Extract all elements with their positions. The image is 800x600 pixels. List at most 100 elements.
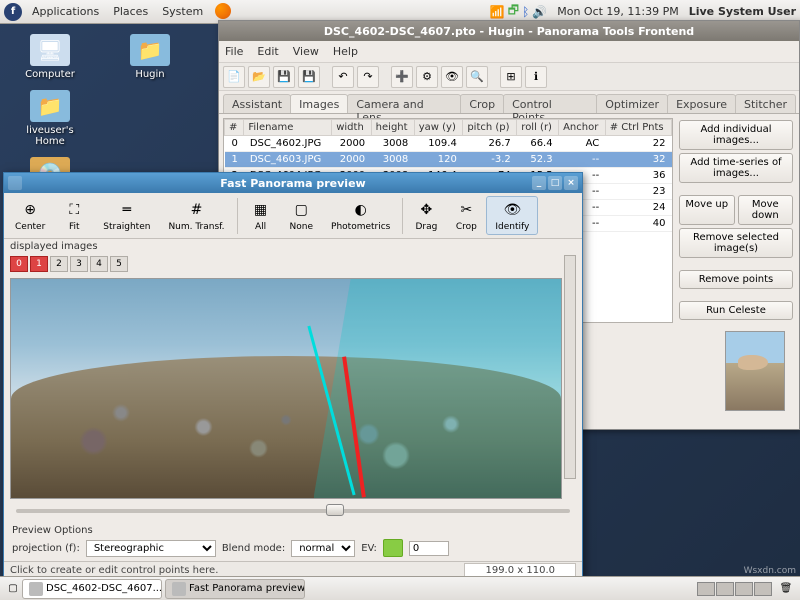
projection-select[interactable]: Stereographic [86,540,216,557]
trash-icon[interactable]: 🗑 [776,583,796,594]
hugin-titlebar[interactable]: DSC_4602-DSC_4607.pto - Hugin - Panorama… [219,21,799,41]
open-icon[interactable]: 📂 [248,66,270,88]
undo-icon[interactable]: ↶ [332,66,354,88]
add-individual-button[interactable]: Add individual images... [679,120,793,150]
preview-btn-photometrics[interactable]: ◐Photometrics [322,196,399,235]
menu-help[interactable]: Help [333,45,358,58]
desktop-icon-home[interactable]: 📁liveuser's Home [10,90,90,147]
status-text: Click to create or edit control points h… [10,565,218,576]
desktop-icon-computer[interactable]: 🖥Computer [10,34,90,80]
add-timeseries-button[interactable]: Add time-series of images... [679,153,793,183]
col-header[interactable]: Anchor [559,120,606,136]
workspace-switcher[interactable] [697,582,772,596]
col-header[interactable]: width [332,120,371,136]
table-row[interactable]: 0DSC_4602.JPG20003008109.426.766.4AC22 [225,136,672,152]
run-celeste-button[interactable]: Run Celeste [679,301,793,320]
image-toggle-1[interactable]: 1 [30,256,48,272]
tab-exposure[interactable]: Exposure [667,94,736,113]
vertical-scrollbar[interactable] [564,255,576,479]
menu-system[interactable]: System [156,3,209,21]
menu-file[interactable]: File [225,45,243,58]
menu-places[interactable]: Places [107,3,154,21]
fedora-icon[interactable]: f [4,3,22,21]
ev-input[interactable] [409,541,449,556]
image-toggle-4[interactable]: 4 [90,256,108,272]
volume-icon[interactable]: 🔊 [532,5,547,19]
preview-btn-center[interactable]: ⊕Center [6,196,54,235]
maximize-icon[interactable]: □ [548,176,562,190]
col-header[interactable]: # [225,120,244,136]
displayed-images-label: displayed images [4,239,582,254]
system-tray: 📶 🗗 ᛒ 🔊 [490,1,547,22]
network-icon[interactable]: 📶 [490,5,505,19]
col-header[interactable]: # Ctrl Pnts [605,120,671,136]
preview-btn-drag[interactable]: ✥Drag [406,196,446,235]
preview-btn-straighten[interactable]: ═Straighten [94,196,159,235]
displayed-images-toggles: 012345 [4,254,582,274]
tab-control-points[interactable]: Control Points [503,94,597,113]
desktop-icon-hugin[interactable]: 📁Hugin [110,34,190,80]
tab-stitcher[interactable]: Stitcher [735,94,796,113]
fov-slider[interactable] [16,509,570,513]
col-header[interactable]: yaw (y) [414,120,463,136]
save-icon[interactable]: 💾 [273,66,295,88]
image-toggle-5[interactable]: 5 [110,256,128,272]
move-down-button[interactable]: Move down [738,195,794,225]
preview-btn-none[interactable]: ▢None [281,196,322,235]
tab-optimizer[interactable]: Optimizer [596,94,668,113]
preview-btn-identify[interactable]: 👁Identify [486,196,538,235]
move-up-button[interactable]: Move up [679,195,735,225]
remove-selected-button[interactable]: Remove selected image(s) [679,228,793,258]
new-icon[interactable]: 📄 [223,66,245,88]
preview-icon[interactable]: 👁 [441,66,463,88]
preview-titlebar[interactable]: Fast Panorama preview _ □ × [4,173,582,193]
blend-label: Blend mode: [222,543,285,554]
tab-images[interactable]: Images [290,94,348,113]
col-header[interactable]: roll (r) [517,120,559,136]
col-header[interactable]: Filename [244,120,332,136]
preview-window: Fast Panorama preview _ □ × ⊕Center⛶Fit═… [3,172,583,580]
user-menu[interactable]: Live System User [689,5,796,18]
panorama-preview[interactable] [10,278,562,499]
menu-edit[interactable]: Edit [257,45,278,58]
show-desktop-icon[interactable]: ▢ [4,583,22,594]
clock[interactable]: Mon Oct 19, 11:39 PM [557,5,679,18]
side-buttons: Add individual images... Add time-series… [677,118,795,323]
image-toggle-3[interactable]: 3 [70,256,88,272]
bluetooth-icon[interactable]: ᛒ [522,5,529,19]
menu-applications[interactable]: Applications [26,3,105,21]
gl-preview-icon[interactable]: 🔍 [466,66,488,88]
col-header[interactable]: pitch (p) [463,120,517,136]
menu-view[interactable]: View [293,45,319,58]
image-thumbnail [725,331,785,411]
preview-btn-all[interactable]: ▦All [241,196,281,235]
task-hugin[interactable]: DSC_4602-DSC_4607... [22,579,162,599]
info-icon[interactable]: ℹ [525,66,547,88]
tab-camera[interactable]: Camera and Lens [347,94,461,113]
task-preview[interactable]: Fast Panorama preview [165,579,305,599]
image-toggle-0[interactable]: 0 [10,256,28,272]
optimize-icon[interactable]: ⚙ [416,66,438,88]
tab-assistant[interactable]: Assistant [223,94,291,113]
ev-auto-button[interactable] [383,539,403,557]
preview-btn-crop[interactable]: ✂Crop [446,196,486,235]
preview-btn-fit[interactable]: ⛶Fit [54,196,94,235]
preview-btn-num-transf-[interactable]: #Num. Transf. [159,196,233,235]
blend-select[interactable]: normal [291,540,355,557]
points-icon[interactable]: ⊞ [500,66,522,88]
ev-label: EV: [361,543,377,554]
redo-icon[interactable]: ↷ [357,66,379,88]
window-icon [8,176,22,190]
hugin-menubar: File Edit View Help [219,41,799,63]
add-image-icon[interactable]: ➕ [391,66,413,88]
tab-crop[interactable]: Crop [460,94,504,113]
close-icon[interactable]: × [564,176,578,190]
minimize-icon[interactable]: _ [532,176,546,190]
remove-points-button[interactable]: Remove points [679,270,793,289]
table-row[interactable]: 1DSC_4603.JPG20003008120-3.252.3--32 [225,152,672,168]
col-header[interactable]: height [371,120,414,136]
firefox-icon[interactable] [215,3,231,19]
saveas-icon[interactable]: 💾 [298,66,320,88]
battery-icon[interactable]: 🗗 [508,1,519,22]
image-toggle-2[interactable]: 2 [50,256,68,272]
